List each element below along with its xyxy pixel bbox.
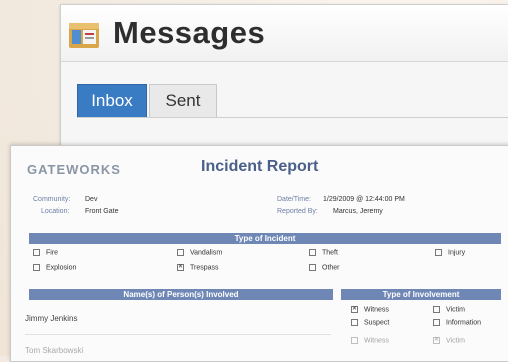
checkbox-checked[interactable]: ✕	[351, 306, 358, 313]
involvement-witness[interactable]: ✕ Witness	[351, 306, 389, 313]
involvement-information[interactable]: Information	[433, 319, 481, 326]
persons-header: Name(s) of Person(s) Involved	[29, 289, 333, 300]
community-label: Community:	[33, 196, 71, 203]
incident-type-trespass[interactable]: ✕ Trespass	[177, 264, 219, 271]
reported-by-value: Marcus, Jeremy	[333, 208, 383, 215]
tab-sent[interactable]: Sent	[149, 84, 217, 118]
tab-divider	[77, 117, 508, 118]
involvement-suspect[interactable]: Suspect	[351, 319, 389, 326]
datetime-value: 1/29/2009 @ 12:44:00 PM	[323, 196, 405, 203]
report-title: Incident Report	[201, 158, 319, 175]
checkbox[interactable]	[177, 249, 184, 256]
checkbox[interactable]	[33, 264, 40, 271]
gateworks-logo: GATEWORKS	[27, 162, 121, 177]
messages-folder-icon	[69, 23, 99, 48]
checkbox-checked[interactable]: ✕	[433, 337, 440, 344]
incident-type-injury[interactable]: Injury	[435, 249, 465, 256]
messages-window: Messages Inbox Sent	[60, 4, 508, 156]
messages-header: Messages	[61, 5, 508, 62]
checkbox[interactable]	[309, 264, 316, 271]
row-divider	[25, 334, 331, 335]
involvement-victim[interactable]: Victim	[433, 306, 465, 313]
page-title: Messages	[113, 15, 266, 50]
incident-type-other[interactable]: Other	[309, 264, 340, 271]
involvement-witness[interactable]: Witness	[351, 337, 389, 344]
community-value: Dev	[85, 196, 98, 203]
tab-inbox[interactable]: Inbox	[77, 84, 147, 118]
person-name: Tom Skarbowski	[25, 346, 84, 355]
tab-bar: Inbox Sent	[61, 62, 508, 155]
incident-type-header: Type of Incident	[29, 233, 501, 244]
involvement-header: Type of Involvement	[341, 289, 501, 300]
person-name: Jimmy Jenkins	[25, 314, 78, 323]
incident-type-fire[interactable]: Fire	[33, 249, 58, 256]
checkbox[interactable]	[33, 249, 40, 256]
checkbox-checked[interactable]: ✕	[177, 264, 184, 271]
datetime-label: Date/Time:	[277, 196, 311, 203]
checkbox[interactable]	[433, 319, 440, 326]
incident-type-vandalism[interactable]: Vandalism	[177, 249, 222, 256]
incident-type-theft[interactable]: Theft	[309, 249, 338, 256]
location-value: Front Gate	[85, 208, 119, 215]
checkbox[interactable]	[309, 249, 316, 256]
involvement-victim[interactable]: ✕ Victim	[433, 337, 465, 344]
checkbox[interactable]	[433, 306, 440, 313]
checkbox[interactable]	[435, 249, 442, 256]
incident-type-explosion[interactable]: Explosion	[33, 264, 76, 271]
reported-by-label: Reported By:	[277, 208, 318, 215]
checkbox[interactable]	[351, 337, 358, 344]
location-label: Location:	[41, 208, 70, 215]
checkbox[interactable]	[351, 319, 358, 326]
incident-report: GATEWORKS Incident Report Community: Dev…	[10, 145, 508, 362]
